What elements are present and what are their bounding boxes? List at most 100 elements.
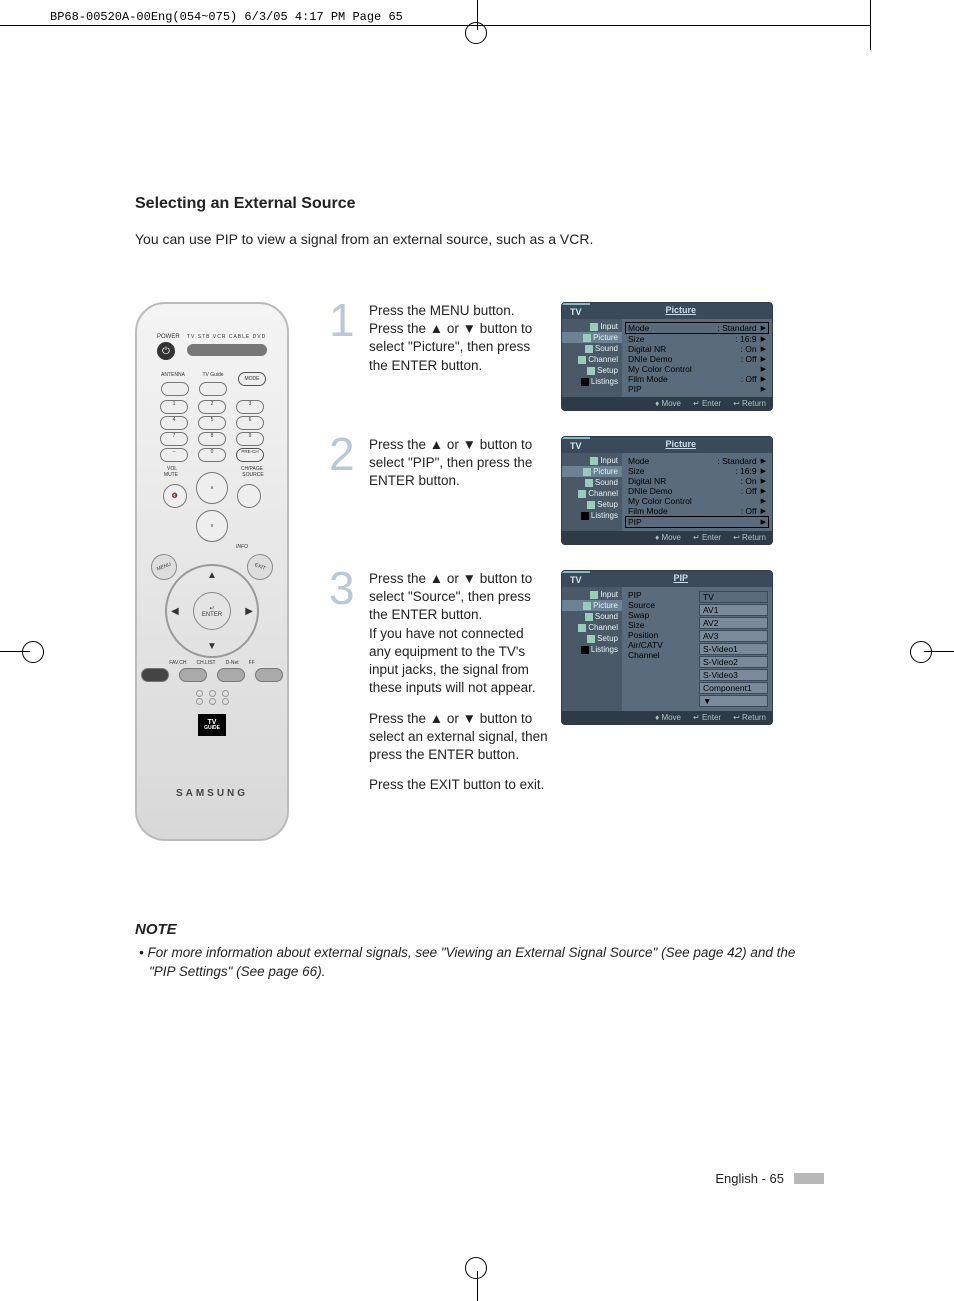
arrow-right-icon: ▶ (761, 507, 766, 515)
arrow-right-icon: ▶ (761, 375, 766, 383)
osd-main: PIPSourceSwapSizePositionAir/CATVChannel… (622, 587, 772, 711)
osd-row: Film Mode: Off▶ (626, 506, 768, 516)
num-4: 4 (160, 416, 188, 430)
note-body: • For more information about external si… (135, 944, 825, 982)
osd-row-key: Film Mode (628, 374, 668, 384)
osd-sidebar: InputPictureSoundChannelSetupListings (562, 453, 622, 531)
osd-option: ▼ (699, 695, 768, 707)
osd-side-label: Input (600, 590, 618, 599)
osd-side-label: Sound (595, 344, 618, 353)
arrow-left-icon: ◀ (171, 606, 179, 617)
osd-pip-item: Channel (626, 650, 695, 660)
osd-row-key: Size (628, 466, 645, 476)
osd-row-value: : 16:9 (735, 466, 756, 476)
osd-row-value: : Off (741, 354, 757, 364)
osd-side-icon (587, 635, 595, 643)
chlist-button (179, 668, 207, 682)
dnet-button (217, 668, 245, 682)
osd-foot-hint: ↩ Return (733, 533, 766, 542)
arrow-right-icon: ▶ (761, 355, 766, 363)
osd-foot-hint: ↩ Return (733, 713, 766, 722)
osd-sidebar: InputPictureSoundChannelSetupListings (562, 319, 622, 397)
osd-row-key: PIP (628, 517, 642, 527)
osd-side-label: Setup (597, 366, 618, 375)
osd-row: PIP ▶ (625, 516, 769, 528)
page-footer: English - 65 (715, 1171, 824, 1186)
arrow-right-icon: ▶ (761, 324, 766, 332)
osd-foot-hint: ↩ Return (733, 399, 766, 408)
page-number: English - 65 (715, 1171, 784, 1186)
osd-foot-hint: ♦ Move (655, 399, 681, 408)
osd-title: PIP (590, 571, 772, 587)
crop-mark-bottom (467, 1281, 487, 1301)
osd-row-value: : 16:9 (735, 334, 756, 344)
osd-row: PIP ▶ (626, 384, 768, 394)
osd-side-icon (587, 367, 595, 375)
power-label: POWER (157, 334, 180, 340)
osd-row: DNIe Demo: Off▶ (626, 486, 768, 496)
arrow-right-icon: ▶ (761, 477, 766, 485)
osd-side-item: Input (562, 321, 622, 332)
step-1: 1Press the MENU button.Press the ▲ or ▼ … (329, 302, 825, 411)
arrow-right-icon: ▶ (761, 518, 766, 526)
osd-side-item: Listings (562, 376, 622, 387)
step-number: 1 (329, 302, 357, 339)
osd-option: AV3 (699, 630, 768, 642)
osd-row-value: : On (741, 476, 757, 486)
step-number: 3 (329, 570, 357, 607)
osd-foot-hint: ♦ Move (655, 713, 681, 722)
osd-row-value: : On (741, 344, 757, 354)
osd-option: AV2 (699, 617, 768, 629)
device-strip (187, 344, 267, 356)
osd-row: DNIe Demo: Off▶ (626, 354, 768, 364)
arrow-right-icon: ▶ (761, 385, 766, 393)
osd-pip-item: Position (626, 630, 695, 640)
num-8: 8 (198, 432, 226, 446)
osd-side-label: Picture (593, 467, 618, 476)
osd-tab-tv: TV (562, 571, 590, 587)
osd-side-label: Picture (593, 601, 618, 610)
osd-side-item: Picture (562, 332, 622, 343)
osd-row-value: : Off (741, 486, 757, 496)
tvguide-logo: TV GUIDE (198, 714, 226, 736)
osd-side-item: Listings (562, 510, 622, 521)
osd-option: S-Video3 (699, 669, 768, 681)
osd-row-key: Size (628, 334, 645, 344)
osd-side-label: Sound (595, 612, 618, 621)
osd-row: Mode: Standard▶ (625, 322, 769, 334)
step-number: 2 (329, 436, 357, 473)
osd-row-key: My Color Control (628, 496, 692, 506)
osd-side-label: Channel (588, 623, 618, 632)
step-2: 2Press the ▲ or ▼ button to select "PIP"… (329, 436, 825, 545)
prech-button: PRE-CH (236, 448, 264, 462)
arrow-up-icon: ▲ (207, 570, 217, 581)
osd-side-label: Listings (591, 511, 618, 520)
exit-button: EXIT (243, 550, 276, 583)
osd-title: Picture (590, 437, 772, 453)
osd-side-icon (583, 334, 591, 342)
arrow-right-icon: ▶ (761, 497, 766, 505)
osd-sidebar: InputPictureSoundChannelSetupListings (562, 587, 622, 711)
osd-row-key: Film Mode (628, 506, 668, 516)
osd-side-icon (581, 646, 589, 654)
osd-side-item: Setup (562, 365, 622, 376)
osd-row-key: PIP (628, 384, 642, 394)
top-crop-line (0, 25, 870, 26)
osd-option: AV1 (699, 604, 768, 616)
osd-side-label: Sound (595, 478, 618, 487)
osd-row: Mode: Standard▶ (626, 456, 768, 466)
ff-label: FF (249, 660, 255, 666)
arrow-right-icon: ▶ (761, 467, 766, 475)
osd-row-key: Mode (628, 456, 649, 466)
osd-pip-item: Air/CATV (626, 640, 695, 650)
osd-footer: ♦ Move↵ Enter↩ Return (562, 531, 772, 544)
osd-side-icon (590, 591, 598, 599)
osd-side-item: Sound (562, 477, 622, 488)
dash-button: – (160, 448, 188, 462)
osd-side-item: Listings (562, 644, 622, 655)
osd-screenshot: TVPictureInputPictureSoundChannelSetupLi… (561, 302, 773, 411)
num-6: 6 (236, 416, 264, 430)
osd-row: Film Mode: Off▶ (626, 374, 768, 384)
osd-option: S-Video2 (699, 656, 768, 668)
osd-side-item: Sound (562, 343, 622, 354)
